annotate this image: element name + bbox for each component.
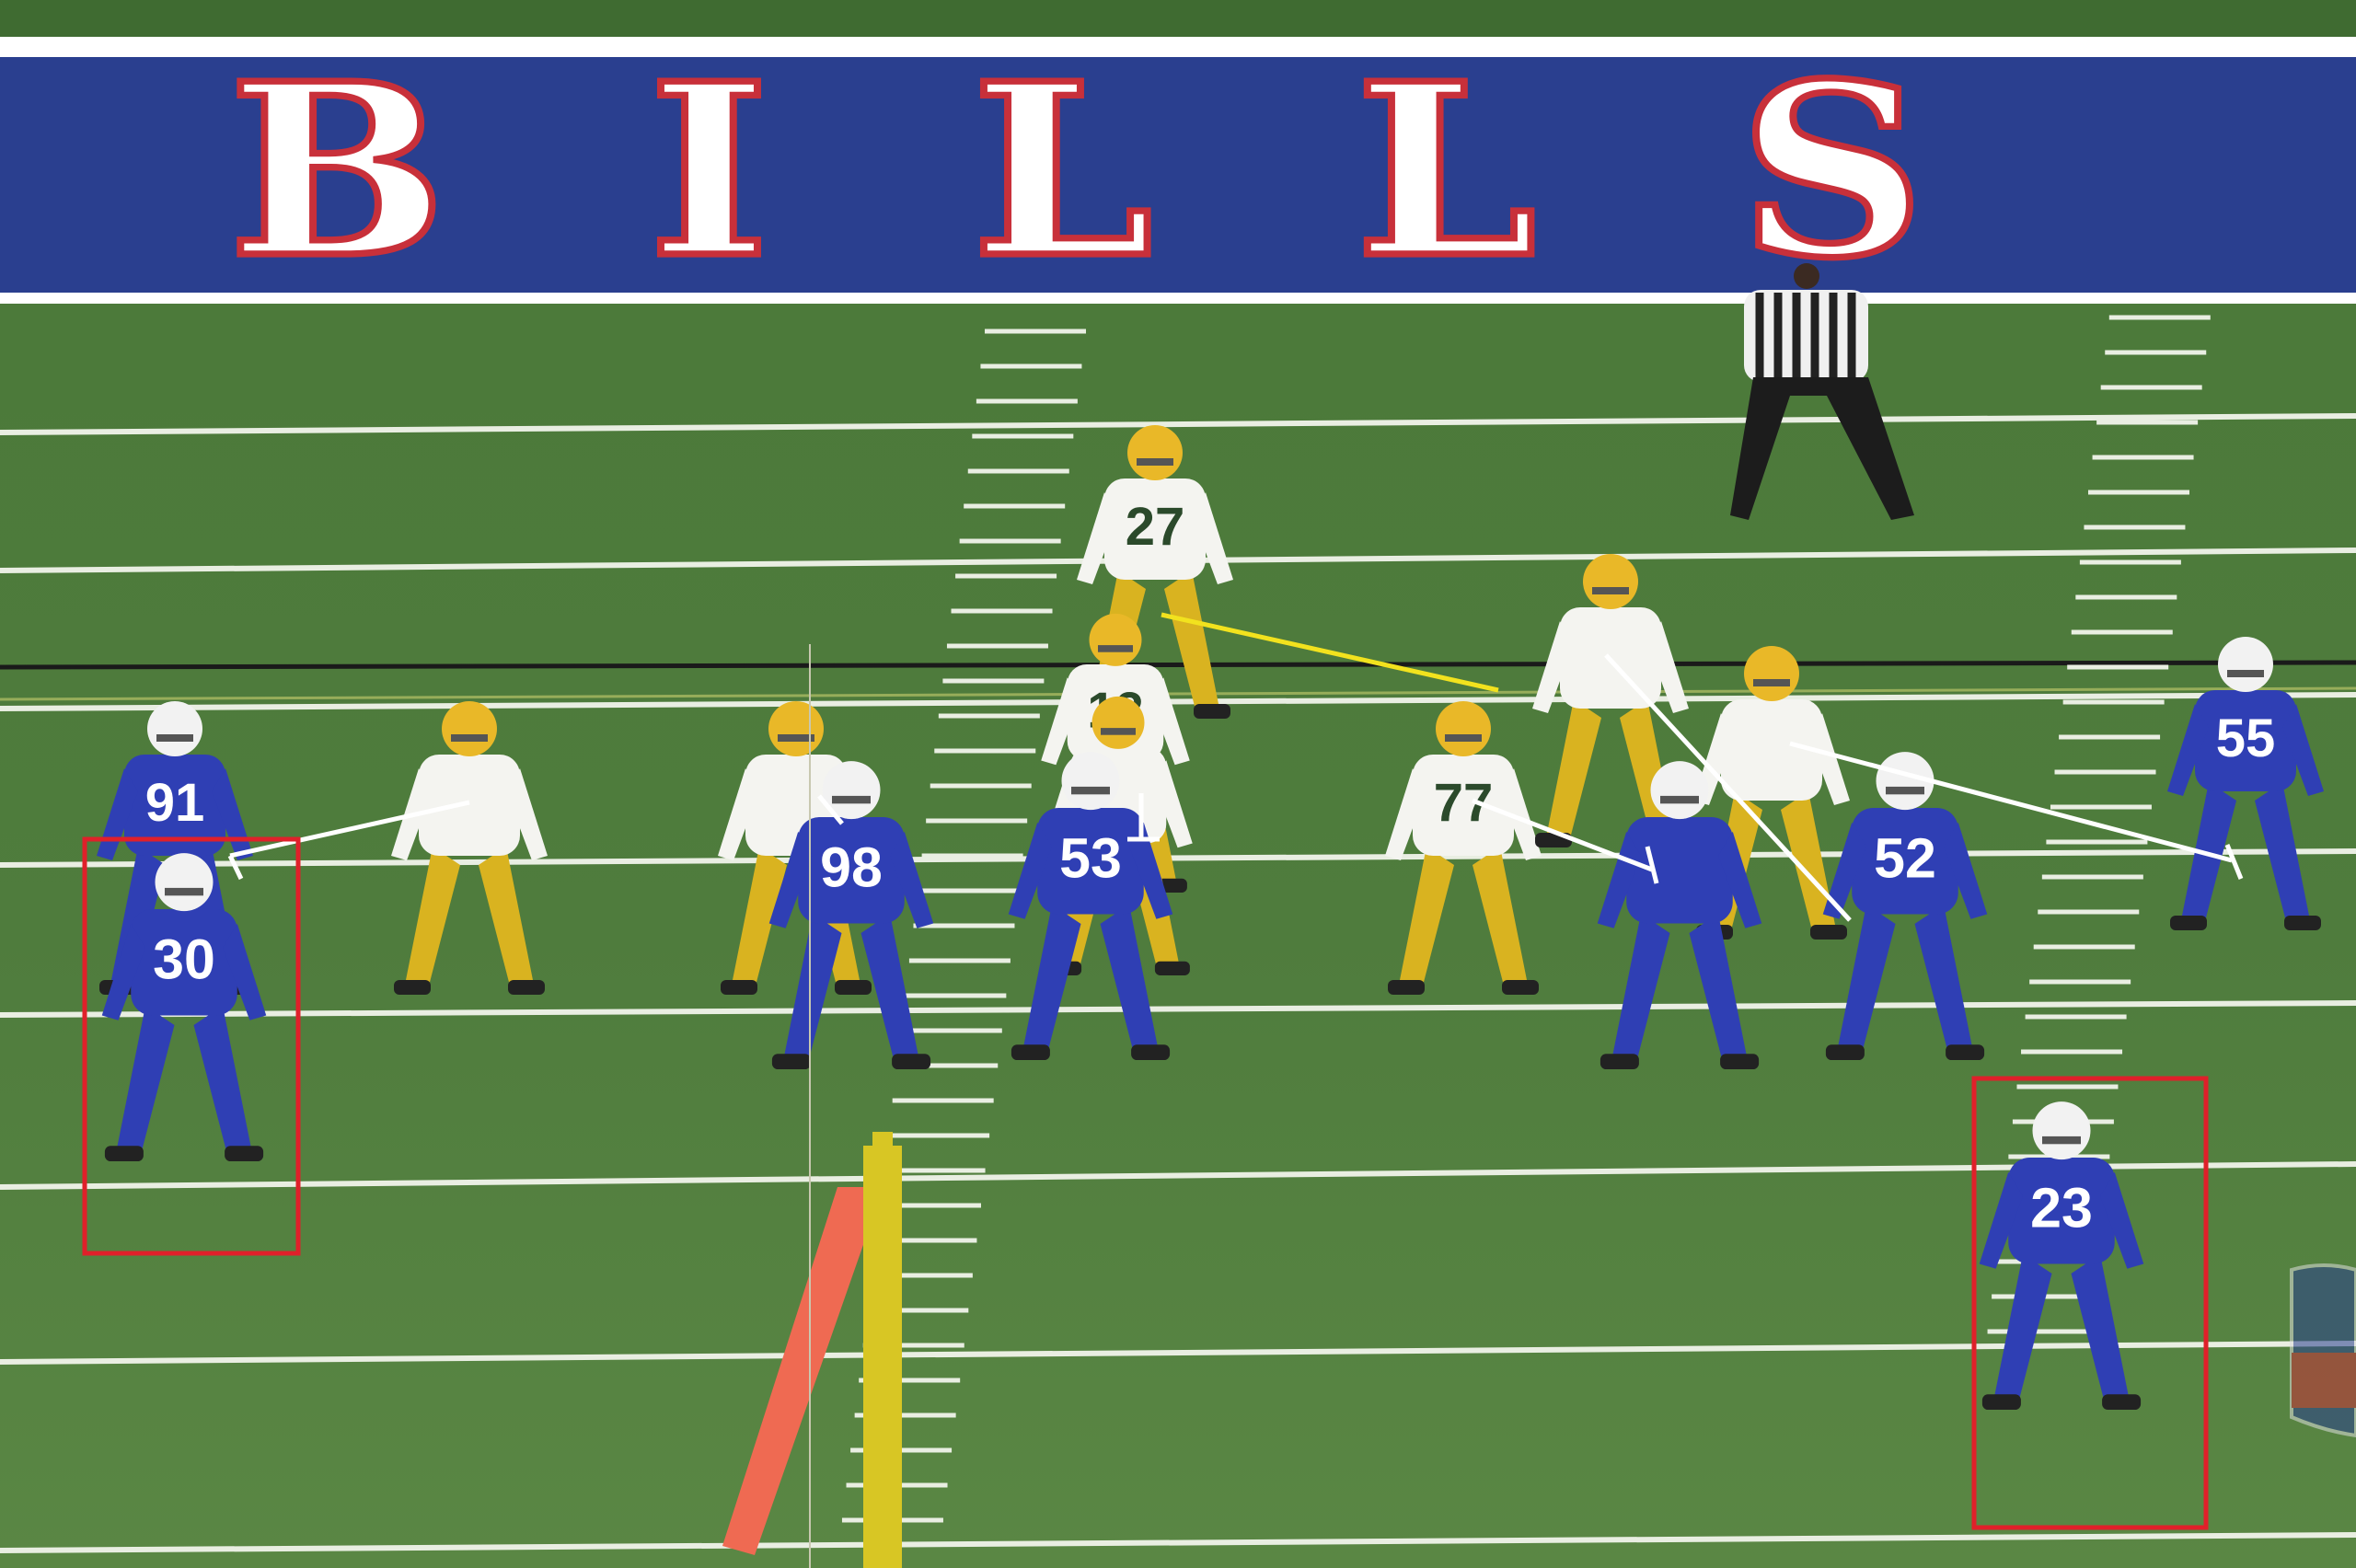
end-zone: BILLS [0,29,2356,314]
end-zone-lettering: BILLS [228,32,2128,311]
jersey-number: 53 [1059,827,1122,890]
jersey-number: 27 [1126,497,1185,557]
nfl-shield-icon [2290,1263,2356,1438]
jersey-number: 98 [820,836,883,899]
jersey-number: 52 [1874,827,1936,890]
jersey-number: 91 [145,773,205,833]
jersey-number: 23 [2030,1177,2093,1239]
football-field-scene: BILLS 27127791309853525523 [0,0,2356,1568]
jersey-number: 30 [153,928,215,991]
jersey-number: 55 [2216,709,2276,768]
